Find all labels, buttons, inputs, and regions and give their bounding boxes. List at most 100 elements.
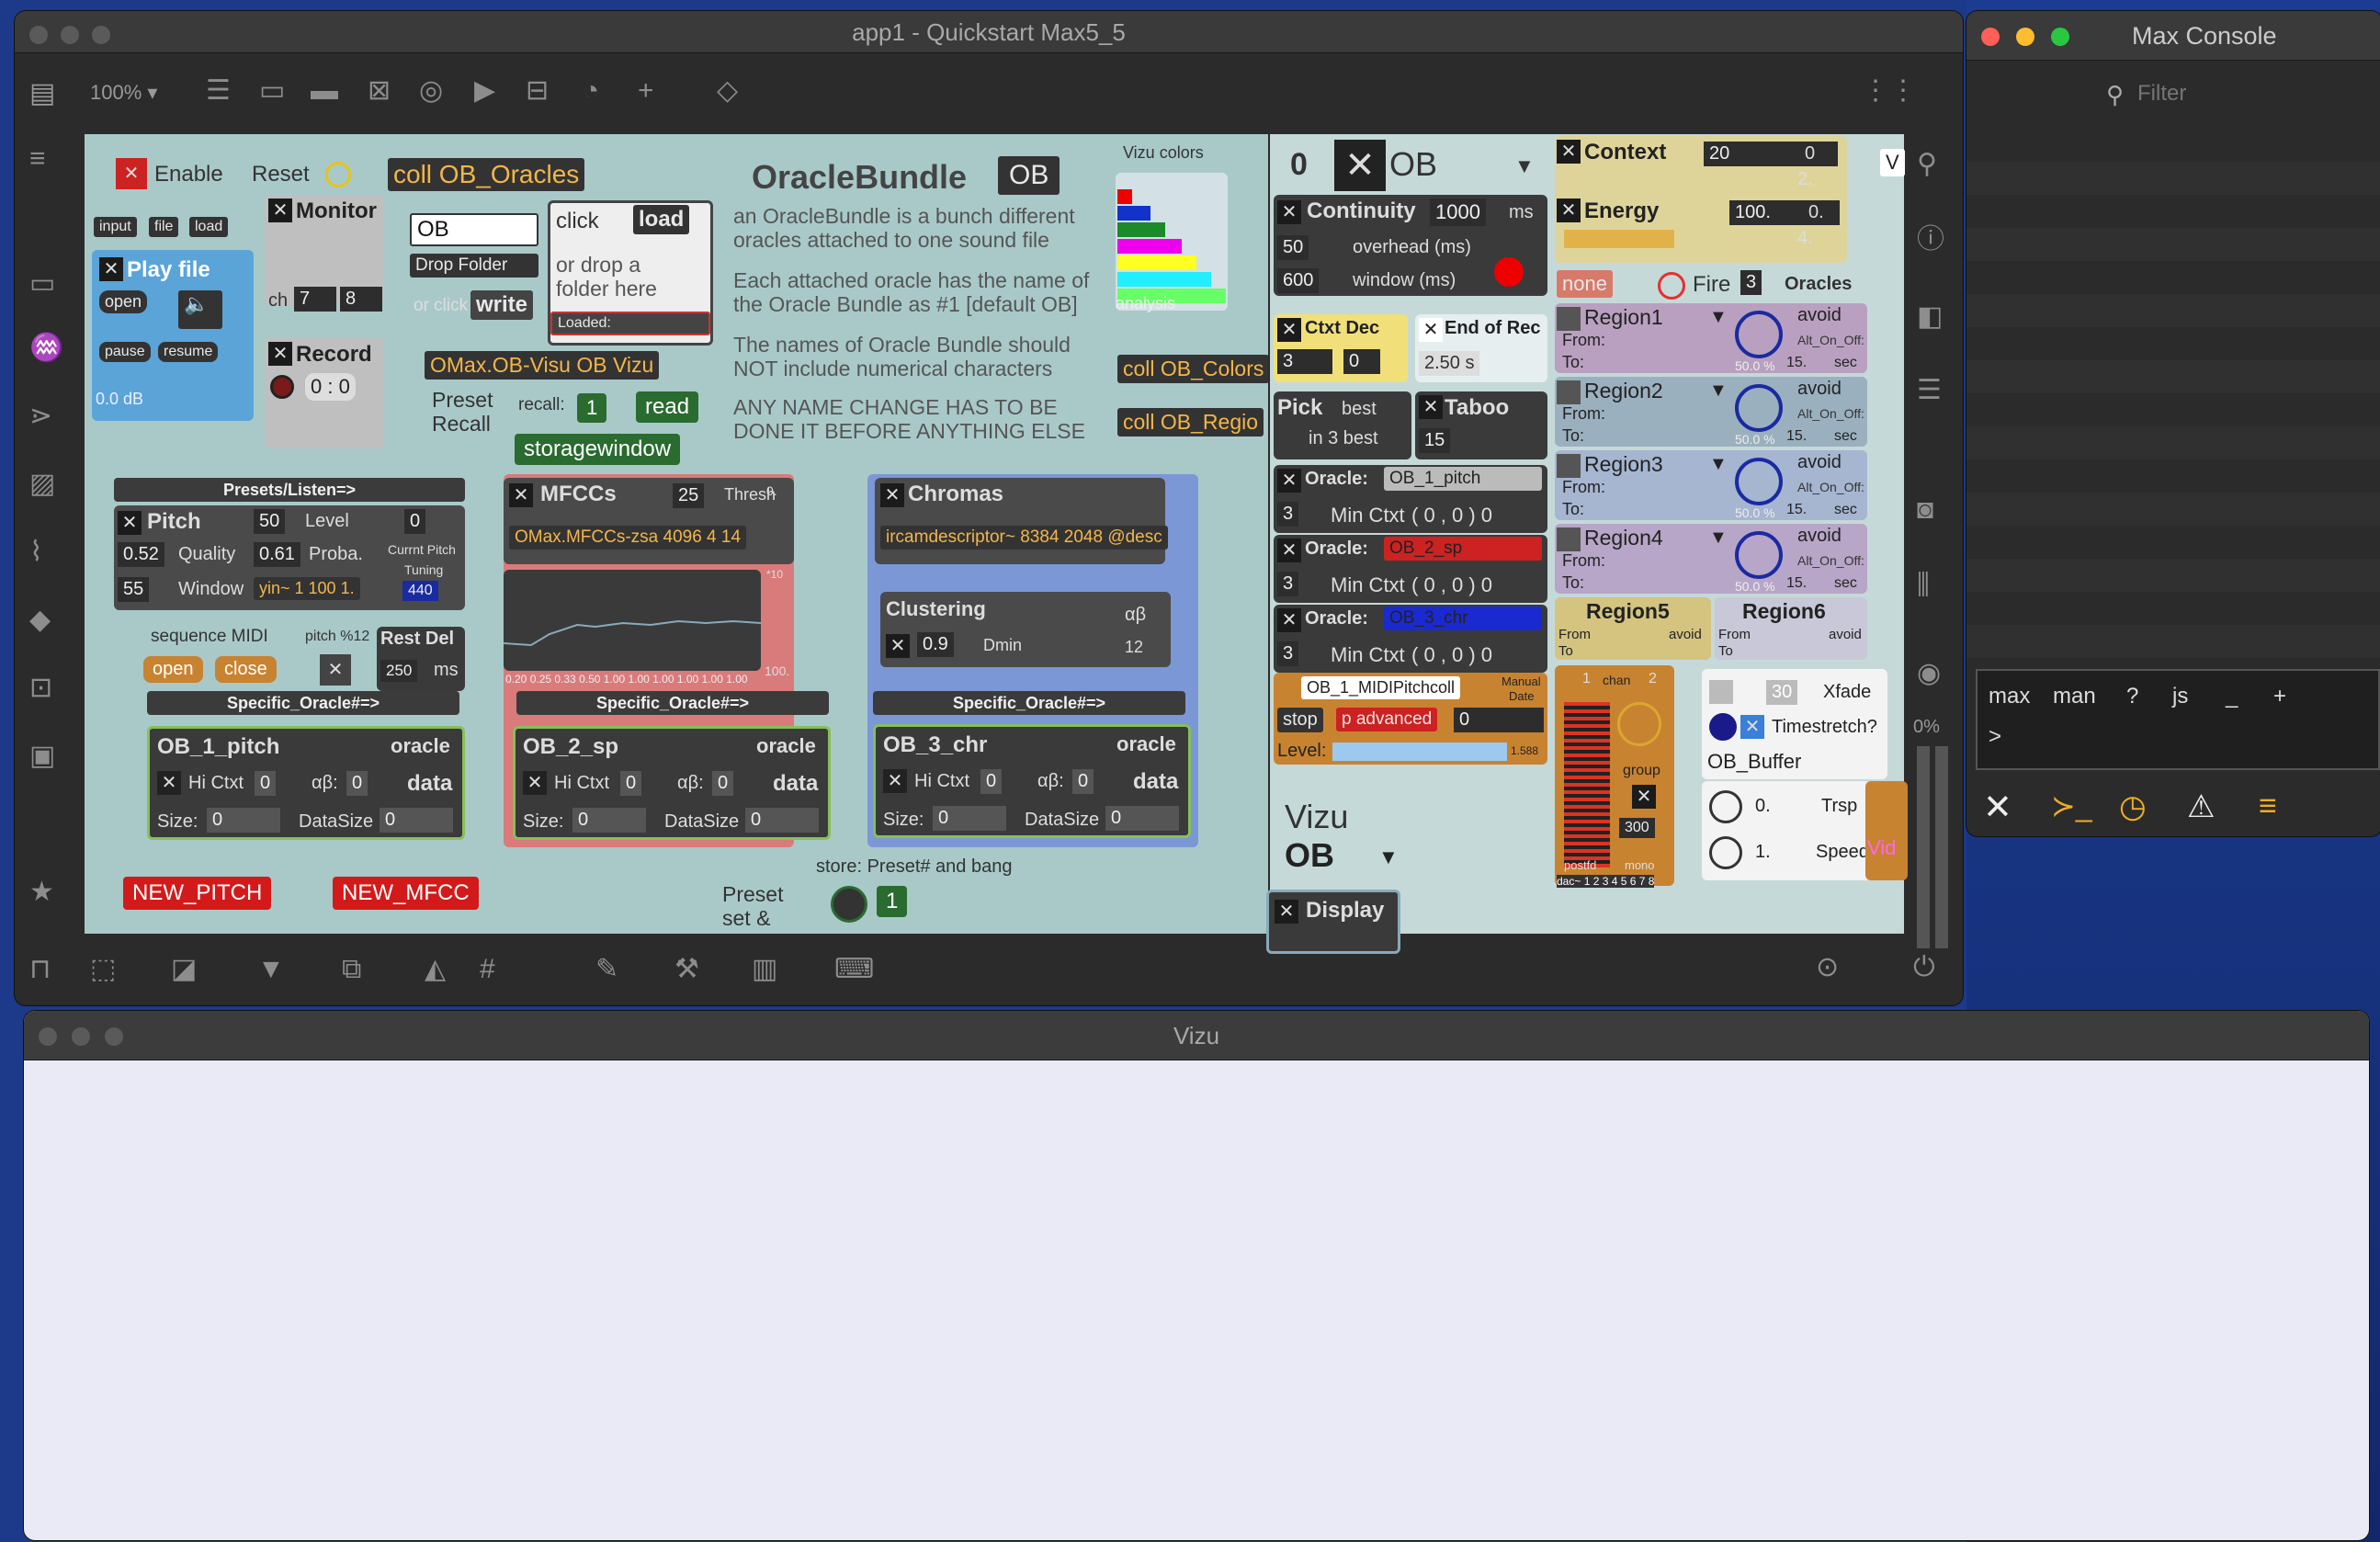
- timestretch-led[interactable]: [1709, 713, 1737, 741]
- console-terminal-icon[interactable]: ≻_: [2051, 788, 2092, 823]
- taboo-toggle[interactable]: ✕: [1419, 395, 1443, 419]
- monitor-toggle[interactable]: ✕: [268, 198, 292, 222]
- clustering-toggle[interactable]: ✕: [886, 634, 910, 658]
- display-toggle[interactable]: ✕: [1275, 900, 1298, 924]
- oracle-1-hictxt-value[interactable]: 0: [255, 771, 277, 796]
- info-icon[interactable]: ⓘ: [1917, 226, 1944, 254]
- record-icon[interactable]: ◉: [1917, 660, 1941, 687]
- oracle-select-1-n[interactable]: 3: [1277, 502, 1299, 527]
- play-object-icon[interactable]: ▶: [474, 77, 495, 105]
- load-tab[interactable]: load: [189, 217, 229, 237]
- improviser-dropdown-icon[interactable]: ▼: [1514, 154, 1535, 178]
- paint-bucket-icon[interactable]: ◇: [717, 77, 738, 105]
- new-pitch-button[interactable]: NEW_PITCH: [123, 877, 272, 910]
- oracle-select-2-toggle[interactable]: ✕: [1277, 539, 1301, 562]
- load-button[interactable]: load: [633, 205, 690, 234]
- ob-name[interactable]: OB: [998, 156, 1060, 195]
- oracle-select-1-menu[interactable]: OB_1_pitch: [1384, 467, 1542, 491]
- vizu-ob-menu[interactable]: OB: [1285, 836, 1334, 875]
- mixer-300[interactable]: 300: [1619, 818, 1655, 838]
- speed-dial[interactable]: [1709, 836, 1742, 869]
- prompt-underscore[interactable]: _: [2226, 684, 2238, 709]
- ob-visu-object[interactable]: OMax.OB-Visu OB Vizu: [425, 351, 660, 380]
- reset-button[interactable]: [325, 162, 351, 187]
- console-minimize-button[interactable]: [2016, 28, 2034, 46]
- oracle-select-3-toggle[interactable]: ✕: [1277, 608, 1301, 632]
- windows-icon[interactable]: ⧉: [342, 956, 361, 983]
- presentation-icon[interactable]: ▭: [29, 270, 55, 298]
- window-value[interactable]: 55: [118, 577, 150, 602]
- window-value[interactable]: 600: [1277, 268, 1320, 293]
- fire-button[interactable]: [1658, 272, 1685, 300]
- new-mfcc-button[interactable]: NEW_MFCC: [333, 877, 479, 910]
- timestretch-toggle[interactable]: ✕: [1740, 715, 1764, 739]
- comment-icon[interactable]: ▬: [311, 77, 338, 105]
- prompt-js[interactable]: js: [2172, 684, 2188, 709]
- oracle-2-hictxt-toggle[interactable]: ✕: [523, 771, 547, 795]
- toggle-icon[interactable]: ⊠: [368, 77, 391, 105]
- wrench-icon[interactable]: ⚒: [674, 956, 699, 983]
- region-1-dropdown-icon[interactable]: ▼: [1709, 307, 1728, 328]
- oracle-select-3-menu[interactable]: OB_3_chr: [1384, 607, 1542, 630]
- oracle-2-ab-value[interactable]: 0: [712, 771, 734, 796]
- pitch-50[interactable]: 50: [254, 509, 286, 534]
- region-4-toggle[interactable]: [1557, 527, 1581, 551]
- paperclip-icon[interactable]: ⌇: [29, 539, 43, 566]
- coll-regio-object[interactable]: coll OB_Regio: [1117, 408, 1264, 437]
- audio-toggle-icon[interactable]: ⊙: [1816, 954, 1839, 981]
- new-object-icon[interactable]: ☰: [206, 77, 231, 105]
- dial-icon[interactable]: ◔: [583, 77, 599, 105]
- drop-folder-label[interactable]: Drop Folder: [410, 254, 538, 278]
- yin-object[interactable]: yin~ 1 100 1.: [254, 577, 360, 600]
- console-warning-icon[interactable]: ⚠: [2187, 788, 2215, 825]
- menu-icon[interactable]: ≡: [29, 145, 46, 173]
- keyboard-icon[interactable]: ⌨: [834, 956, 874, 983]
- hide-icon[interactable]: ◭: [425, 956, 446, 983]
- advanced-value[interactable]: 0: [1454, 708, 1544, 732]
- mixer-group-toggle[interactable]: ✕: [1632, 785, 1656, 809]
- mfcc-toggle[interactable]: ✕: [509, 483, 533, 507]
- trsp-dial[interactable]: [1709, 790, 1742, 823]
- oracle-select-3-n[interactable]: 3: [1277, 641, 1299, 666]
- console-prompt-box[interactable]: max man ? js _ + >: [1976, 669, 2380, 770]
- overhead-value[interactable]: 50: [1277, 235, 1309, 260]
- grid-icon[interactable]: ⋮⋮: [1862, 77, 1917, 105]
- fire-mode-menu[interactable]: none: [1557, 270, 1613, 298]
- presentation-mode-icon[interactable]: ◪: [171, 956, 197, 983]
- oracle-3-hictxt-toggle[interactable]: ✕: [883, 769, 907, 793]
- speaker-button[interactable]: 🔈: [178, 290, 222, 329]
- context-20[interactable]: 20: [1704, 142, 1838, 166]
- mixer-icon[interactable]: ⫼: [1917, 572, 1930, 599]
- level-slider[interactable]: [1332, 743, 1507, 761]
- star-icon[interactable]: ★: [29, 879, 54, 906]
- console-titlebar[interactable]: Max Console: [1966, 11, 2380, 61]
- frame-icon[interactable]: ▣: [29, 743, 55, 770]
- p-advanced-object[interactable]: p advanced: [1336, 708, 1438, 731]
- device-icon[interactable]: ⊡: [29, 675, 52, 702]
- ircamdescriptor-object[interactable]: ircamdescriptor~ 8384 2048 @desc: [880, 526, 1168, 550]
- audio-icon[interactable]: ♒: [29, 334, 63, 362]
- list-icon[interactable]: ☰: [1917, 377, 1942, 404]
- midi-pitchcoll-menu[interactable]: OB_1_MIDIPitchcoll: [1301, 676, 1461, 699]
- v-tab[interactable]: V: [1880, 149, 1905, 176]
- channel-left[interactable]: 7: [294, 287, 336, 312]
- playfile-toggle[interactable]: ✕: [99, 257, 123, 281]
- region-2-toggle[interactable]: [1557, 380, 1581, 404]
- region-3-toggle[interactable]: [1557, 454, 1581, 478]
- drop-zone[interactable]: click load or drop a folder here Loaded:: [548, 200, 713, 346]
- vizu-dropdown-icon[interactable]: ▼: [1378, 845, 1399, 869]
- prompt-help[interactable]: ?: [2126, 684, 2138, 709]
- restdel-value[interactable]: 250: [380, 660, 418, 682]
- ctxtdec-value-1[interactable]: 3: [1277, 349, 1332, 374]
- debug-icon[interactable]: ⋗: [29, 403, 52, 430]
- oracle-1-ab-value[interactable]: 0: [346, 771, 368, 796]
- ctxtdec-toggle[interactable]: ✕: [1277, 318, 1301, 342]
- slider-icon[interactable]: ⊟: [526, 77, 549, 105]
- console-filter-input[interactable]: [2137, 77, 2358, 110]
- ctxtdec-value-2[interactable]: 0: [1343, 349, 1380, 374]
- chroma-toggle[interactable]: ✕: [880, 483, 904, 507]
- storagewindow-button[interactable]: storagewindow: [515, 434, 681, 465]
- console-error-icon[interactable]: ≡: [2259, 788, 2277, 824]
- console-zoom-button[interactable]: [2051, 28, 2069, 46]
- store-bang[interactable]: [831, 886, 867, 923]
